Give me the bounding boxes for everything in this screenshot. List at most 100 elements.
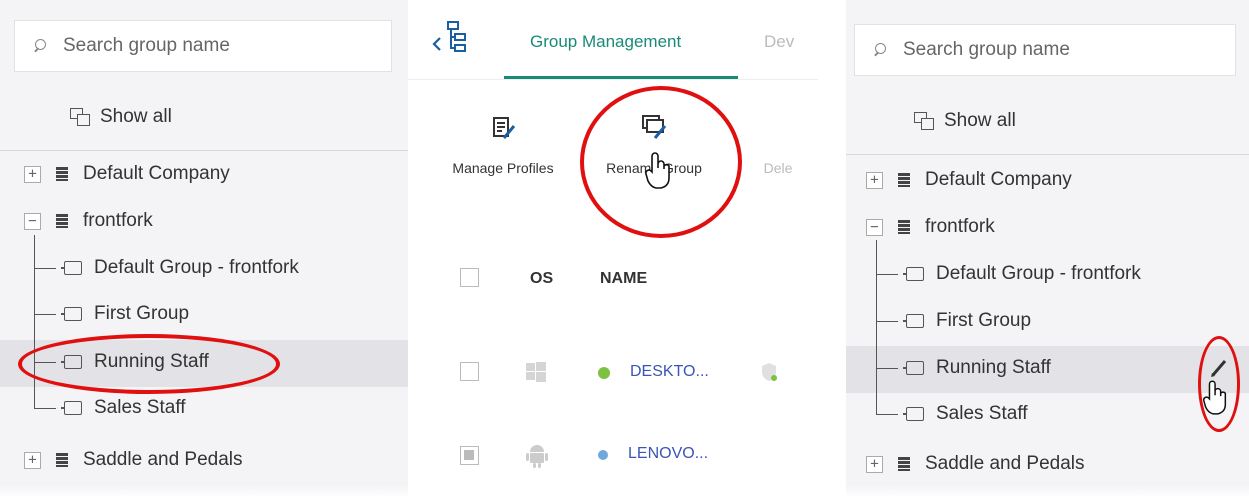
delete-label: Dele	[763, 160, 793, 176]
collapse-icon[interactable]: −	[866, 218, 883, 236]
group-icon	[903, 407, 924, 421]
back-chevron-icon[interactable]	[432, 36, 442, 52]
tree-item-label: Sales Staff	[936, 403, 1028, 424]
search-icon	[873, 43, 887, 57]
show-all-button[interactable]: Show all	[70, 106, 172, 128]
group-icon	[61, 401, 82, 415]
manage-profiles-button[interactable]: Manage Profiles	[438, 114, 568, 176]
tree-item-label: Saddle and Pedals	[83, 449, 243, 470]
table-row[interactable]: LENOVO...	[408, 412, 818, 488]
company-icon	[55, 213, 71, 229]
search-icon	[33, 39, 47, 53]
device-name-link[interactable]: DESKTO...	[630, 363, 709, 381]
tree-item-label: Default Group - frontfork	[936, 263, 1141, 284]
row-checkbox[interactable]	[460, 446, 479, 465]
tree-item-saddle-and-pedals[interactable]: + Saddle and Pedals	[866, 450, 1085, 478]
tree-connector	[34, 235, 35, 408]
group-management-panel: Group Management Dev Manage Profiles Ren…	[408, 0, 818, 501]
annotation-circle-edit-icon	[1198, 336, 1240, 432]
search-input[interactable]	[63, 35, 303, 57]
column-header-name[interactable]: NAME	[600, 270, 647, 288]
search-input[interactable]	[903, 39, 1143, 61]
tree-item-default-group[interactable]: Default Group - frontfork	[903, 260, 1141, 288]
expand-icon[interactable]: +	[24, 165, 41, 183]
tree-connector	[34, 314, 56, 315]
status-dot	[598, 450, 608, 460]
tree-item-running-staff[interactable]: Running Staff	[903, 354, 1051, 382]
divider	[0, 150, 408, 151]
tree-connector	[876, 414, 898, 415]
tree-item-label: First Group	[94, 303, 190, 324]
tree-item-label: Running Staff	[936, 357, 1051, 378]
tree-item-label: First Group	[936, 310, 1032, 331]
device-name-link[interactable]: LENOVO...	[628, 445, 708, 463]
tree-connector	[876, 368, 898, 369]
company-icon	[897, 219, 913, 235]
company-icon	[55, 166, 71, 182]
shield-icon	[762, 363, 777, 381]
torn-edge	[0, 485, 1249, 501]
tree-item-label: Default Company	[925, 169, 1072, 190]
search-box[interactable]	[14, 20, 392, 72]
tree-item-sales-staff[interactable]: Sales Staff	[61, 394, 186, 422]
tree-item-frontfork[interactable]: − frontfork	[24, 207, 153, 235]
tree-item-saddle-and-pedals[interactable]: + Saddle and Pedals	[24, 446, 243, 474]
select-all-checkbox[interactable]	[460, 268, 479, 287]
left-group-tree-panel: Show all + Default Company − frontfork D…	[0, 0, 408, 501]
divider	[846, 154, 1249, 155]
manage-profiles-icon	[493, 117, 516, 139]
company-icon	[897, 172, 913, 188]
expand-icon[interactable]: +	[24, 451, 41, 469]
delete-icon	[765, 114, 791, 140]
company-icon	[55, 452, 71, 468]
tree-item-default-group[interactable]: Default Group - frontfork	[61, 254, 299, 282]
annotation-circle-running-staff	[18, 334, 280, 394]
group-icon	[903, 361, 924, 375]
tabs-divider	[408, 79, 818, 80]
search-box[interactable]	[854, 24, 1236, 76]
expand-icon[interactable]: +	[866, 171, 883, 189]
tree-item-frontfork[interactable]: − frontfork	[866, 213, 995, 241]
status-dot	[598, 367, 610, 379]
show-all-icon	[70, 108, 90, 126]
show-all-button[interactable]: Show all	[914, 110, 1016, 132]
show-all-label: Show all	[944, 110, 1016, 131]
delete-group-button[interactable]: Dele	[748, 114, 808, 176]
tree-item-first-group[interactable]: First Group	[903, 307, 1032, 335]
tree-item-label: frontfork	[925, 216, 995, 237]
collapse-icon[interactable]: −	[24, 212, 41, 230]
show-all-icon	[914, 112, 934, 130]
tree-connector	[34, 408, 56, 409]
row-checkbox[interactable]	[460, 362, 479, 381]
tree-item-default-company[interactable]: + Default Company	[866, 166, 1072, 194]
tree-item-label: Default Group - frontfork	[94, 257, 299, 278]
annotation-circle-rename-group	[580, 86, 742, 238]
android-icon	[526, 445, 548, 468]
tree-connector	[876, 274, 898, 275]
expand-icon[interactable]: +	[866, 455, 883, 473]
tree-item-first-group[interactable]: First Group	[61, 300, 190, 328]
group-icon	[903, 267, 924, 281]
company-icon	[897, 456, 913, 472]
tree-view-icon[interactable]	[446, 20, 468, 54]
manage-profiles-label: Manage Profiles	[452, 160, 554, 176]
show-all-label: Show all	[100, 106, 172, 127]
tree-item-label: Sales Staff	[94, 397, 186, 418]
tree-item-sales-staff[interactable]: Sales Staff	[903, 400, 1028, 428]
column-header-os[interactable]: OS	[530, 270, 553, 288]
tree-item-default-company[interactable]: + Default Company	[24, 160, 230, 188]
right-group-tree-panel: Show all + Default Company − frontfork D…	[846, 0, 1249, 501]
tab-group-management[interactable]: Group Management	[530, 32, 681, 52]
tree-connector	[876, 321, 898, 322]
tree-connector	[876, 240, 877, 414]
table-row[interactable]: DESKTO...	[408, 334, 818, 410]
tree-item-label: Default Company	[83, 163, 230, 184]
tab-devices[interactable]: Dev	[764, 32, 794, 52]
group-icon	[61, 261, 82, 275]
tree-connector	[34, 268, 56, 269]
tree-item-label: frontfork	[83, 210, 153, 231]
group-icon	[61, 307, 82, 321]
group-icon	[903, 314, 924, 328]
windows-icon	[526, 362, 546, 382]
tree-item-label: Saddle and Pedals	[925, 453, 1085, 474]
